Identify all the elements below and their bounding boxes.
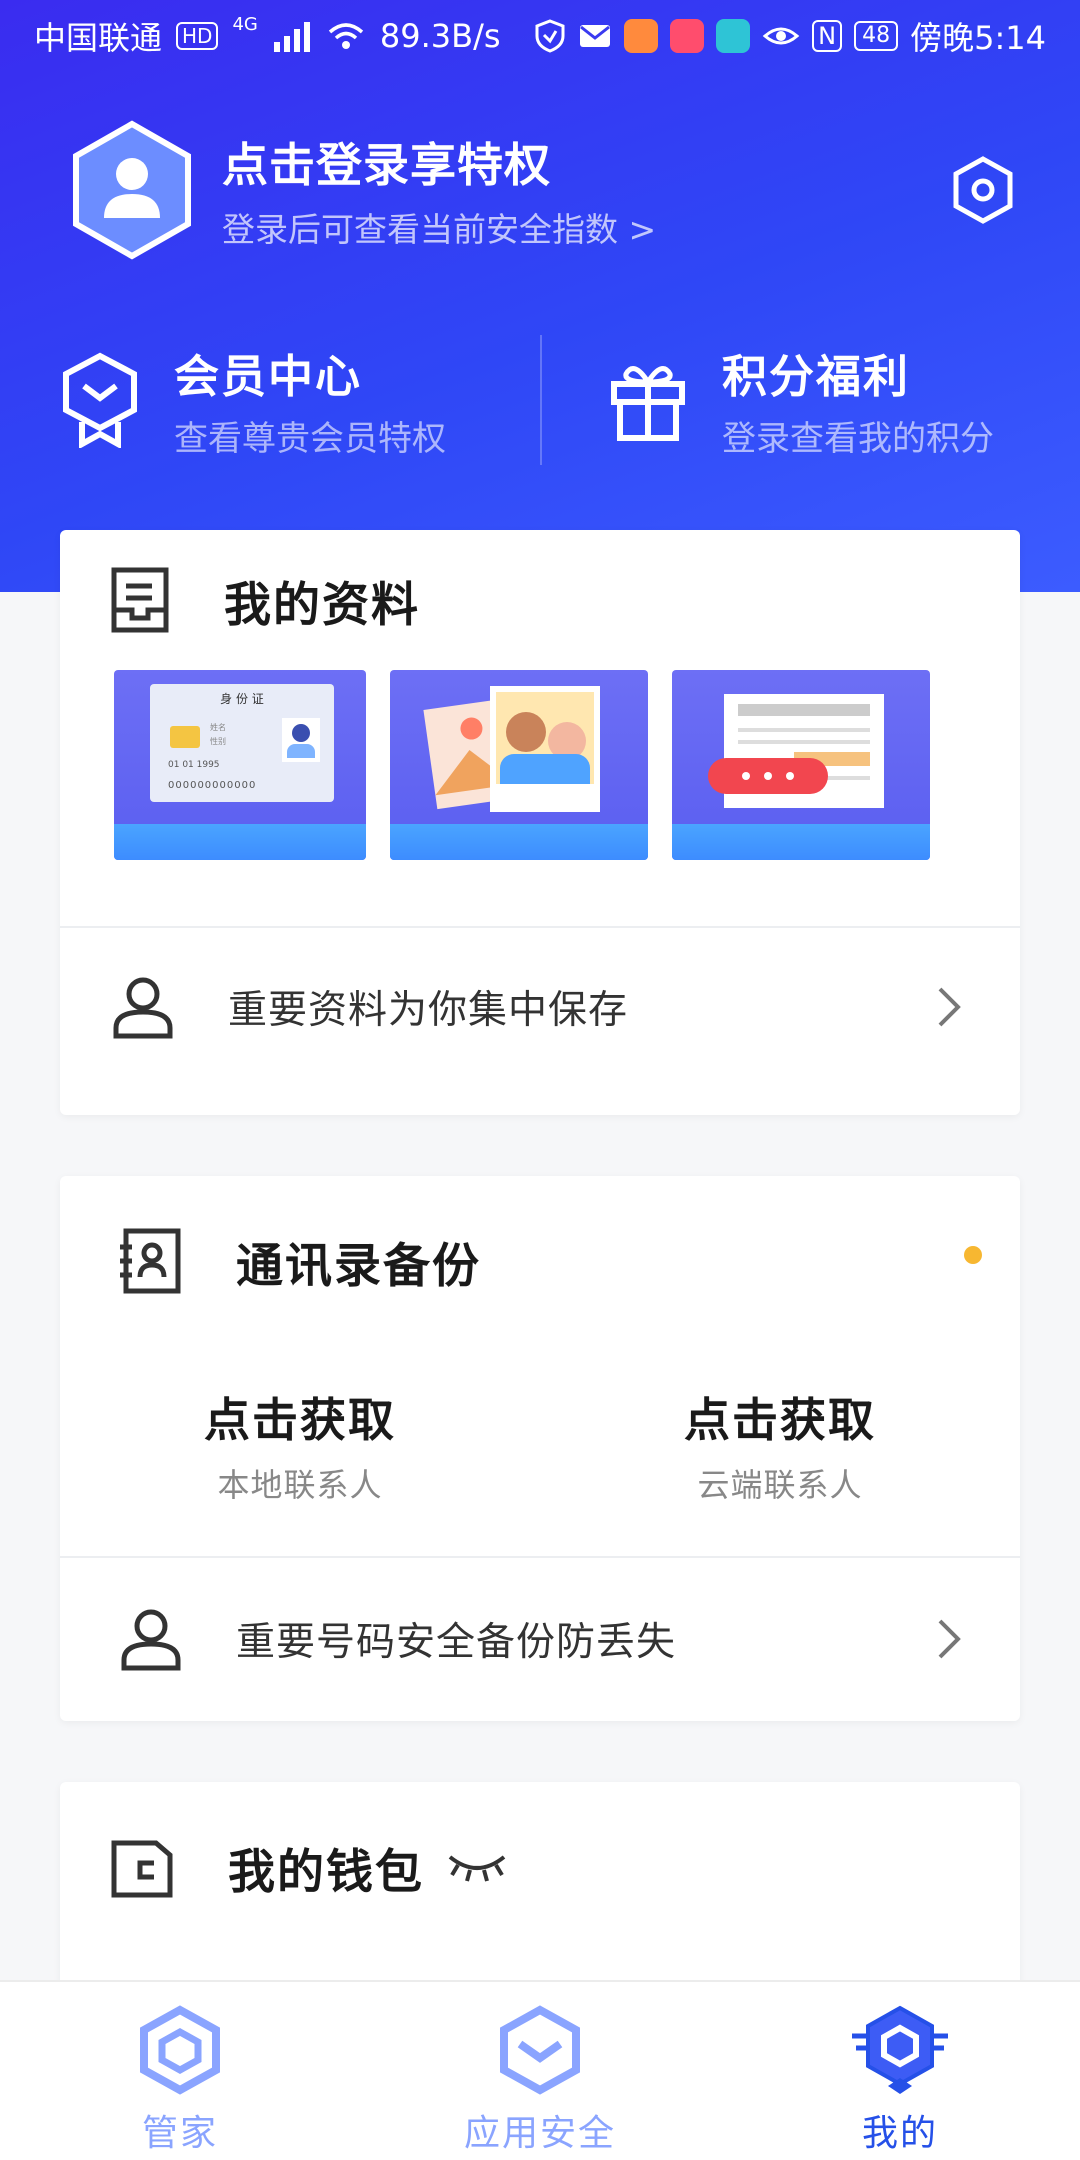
shop-app-icon <box>670 19 705 53</box>
wallet-card: 我的钱包 <box>60 1782 1020 2012</box>
hd-badge: HD <box>176 22 219 50</box>
id-card-name-label: 姓名 <box>210 723 226 732</box>
id-card-date: 01 01 1995 <box>168 760 220 770</box>
signal-icon <box>273 22 310 52</box>
reader-app-icon <box>716 19 751 53</box>
chip-icon <box>170 726 200 748</box>
my-data-title: 我的资料 <box>224 577 420 633</box>
network-speed: 89.3B/s <box>379 17 501 55</box>
points-title: 积分福利 <box>722 350 911 403</box>
local-contacts[interactable]: 点击获取 本地联系人 <box>60 1346 540 1556</box>
chevron-right-icon <box>938 1619 961 1659</box>
chat-bubble-icon <box>708 758 828 794</box>
hide-eye-icon[interactable] <box>446 1849 508 1885</box>
person-icon <box>113 977 173 1039</box>
chevron-right-icon <box>938 987 961 1027</box>
video-app-icon <box>624 19 659 53</box>
document-icon <box>111 567 169 633</box>
tab-app-security-label: 应用安全 <box>463 2113 616 2154</box>
documents-thumbnail[interactable] <box>672 670 930 860</box>
network-type: 4G <box>232 13 258 35</box>
tab-butler-label: 管家 <box>141 2113 218 2154</box>
tab-butler[interactable]: 管家 <box>0 1982 360 2160</box>
hexagon-shield-icon <box>140 2005 220 2095</box>
clock: 傍晚5:14 <box>910 19 1046 57</box>
tab-app-security[interactable]: 应用安全 <box>360 1982 720 2160</box>
member-center[interactable]: 会员中心 查看尊贵会员特权 <box>0 335 540 465</box>
perks-row: 会员中心 查看尊贵会员特权 积分福利 登录查看我的积分 <box>0 335 1080 465</box>
bottom-tab-bar: 管家 应用安全 我的 <box>0 1980 1080 2160</box>
data-thumbnails: 身 份 证 姓名 性别 01 01 1995 000000000000 <box>60 670 1020 926</box>
my-data-header[interactable]: 我的资料 <box>60 530 1020 670</box>
login-subtitle[interactable]: 登录后可查看当前安全指数 > <box>222 203 656 251</box>
my-data-row[interactable]: 重要资料为你集中保存 <box>60 926 1020 1086</box>
contacts-row[interactable]: 重要号码安全备份防丢失 <box>60 1556 1020 1720</box>
my-data-card: 我的资料 身 份 证 姓名 性别 01 01 1995 000000000000 <box>60 530 1020 1115</box>
member-center-title: 会员中心 <box>174 350 363 403</box>
contacts-row-label: 重要号码安全备份防丢失 <box>236 1620 677 1665</box>
login-title[interactable]: 点击登录享特权 <box>222 129 656 195</box>
contacts-stats: 点击获取 本地联系人 点击获取 云端联系人 <box>60 1346 1020 1556</box>
cloud-contacts[interactable]: 点击获取 云端联系人 <box>540 1346 1020 1556</box>
wallet-icon <box>111 1840 173 1898</box>
contacts-header[interactable]: 通讯录备份 <box>60 1176 1020 1346</box>
status-bar: 中国联通 HD 4G 89.3B/s N 48 傍晚5:14 <box>0 0 1080 72</box>
carrier-label: 中国联通 <box>34 19 163 57</box>
member-badge-icon <box>63 352 137 448</box>
contact-book-icon <box>120 1228 181 1294</box>
settings-icon[interactable] <box>952 156 1014 224</box>
portrait-photo <box>490 686 600 812</box>
wallet-header[interactable]: 我的钱包 <box>60 1782 1020 1952</box>
app-security-icon <box>500 2005 580 2095</box>
id-card-gender-label: 性别 <box>210 737 226 746</box>
id-card-title: 身 份 证 <box>220 692 264 706</box>
notification-dot <box>964 1246 982 1264</box>
mail-icon <box>580 25 611 47</box>
member-center-subtitle: 查看尊贵会员特权 <box>174 419 446 459</box>
tab-mine[interactable]: 我的 <box>720 1982 1080 2160</box>
local-contacts-value[interactable]: 点击获取 <box>60 1384 540 1450</box>
eye-care-icon <box>762 27 800 45</box>
photos-thumbnail[interactable] <box>390 670 648 860</box>
id-photo <box>282 718 320 762</box>
cloud-contacts-value[interactable]: 点击获取 <box>540 1384 1020 1450</box>
contacts-title: 通讯录备份 <box>236 1238 481 1294</box>
id-card-number: 000000000000 <box>168 780 257 791</box>
tab-mine-label: 我的 <box>861 2113 938 2154</box>
nfc-icon: N <box>812 20 843 52</box>
header-background <box>0 0 1080 592</box>
my-data-row-label: 重要资料为你集中保存 <box>228 988 629 1033</box>
battery-indicator: 48 <box>854 21 899 51</box>
vpn-shield-icon <box>535 19 565 53</box>
wallet-title: 我的钱包 <box>228 1844 424 1900</box>
contacts-backup-card: 通讯录备份 点击获取 本地联系人 点击获取 云端联系人 重要号码安全备份防丢失 <box>60 1176 1020 1721</box>
points-subtitle: 登录查看我的积分 <box>722 419 994 459</box>
tray <box>390 824 648 860</box>
tray <box>114 824 366 860</box>
cloud-contacts-label: 云端联系人 <box>697 1466 863 1504</box>
profile-tab-icon <box>852 2005 948 2094</box>
local-contacts-label: 本地联系人 <box>217 1466 383 1504</box>
id-card-thumbnail[interactable]: 身 份 证 姓名 性别 01 01 1995 000000000000 <box>114 670 366 860</box>
tray <box>672 824 930 860</box>
avatar-icon[interactable] <box>70 120 194 260</box>
login-profile[interactable]: 点击登录享特权 登录后可查看当前安全指数 > <box>70 120 656 260</box>
person-icon <box>121 1609 181 1671</box>
wifi-icon <box>328 23 364 49</box>
points-rewards[interactable]: 积分福利 登录查看我的积分 <box>540 335 1080 465</box>
gift-icon <box>611 366 685 441</box>
